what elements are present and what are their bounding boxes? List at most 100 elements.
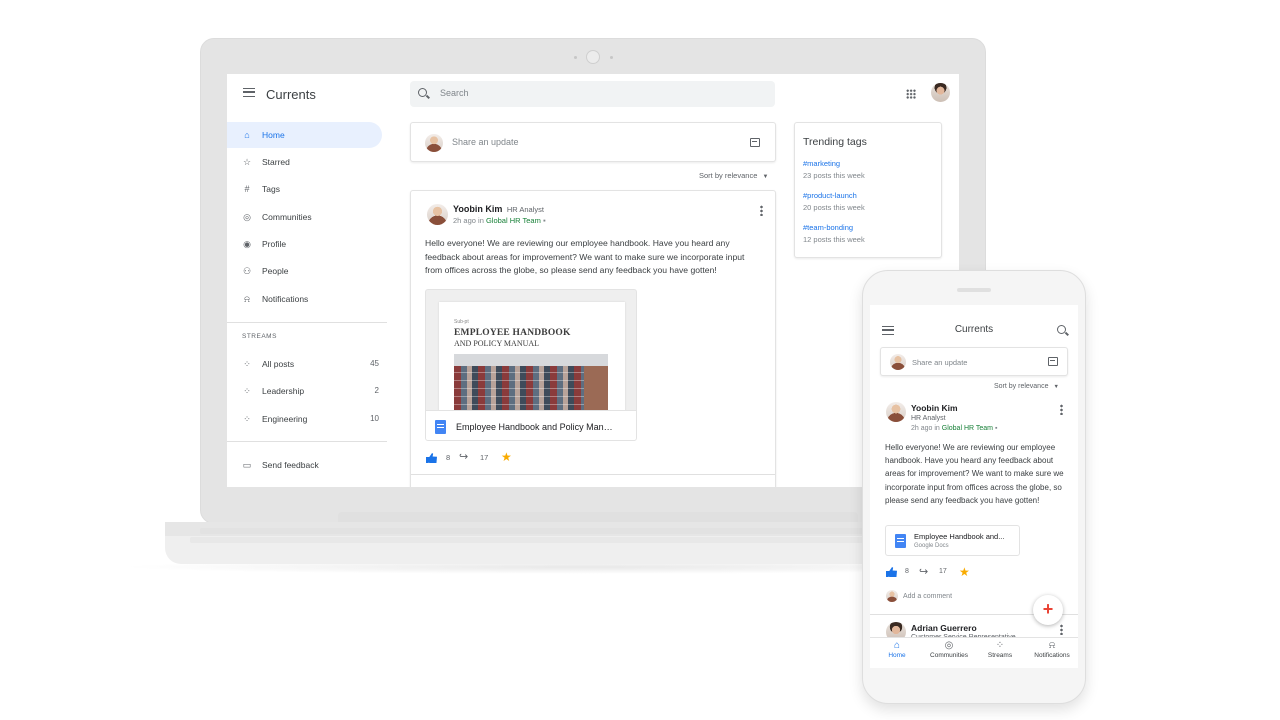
bottom-nav-label: Streams <box>987 652 1013 659</box>
commenter-avatar <box>886 590 898 602</box>
sort-label: Sort by relevance <box>994 383 1049 390</box>
desktop-topbar: Currents Search <box>227 74 959 114</box>
sidebar-item-label: Leadership <box>262 386 305 396</box>
search-icon <box>418 88 427 97</box>
create-post-button[interactable]: + <box>1033 595 1063 625</box>
send-feedback-link[interactable]: ▭ Send feedback <box>227 452 382 478</box>
mobile-bottom-nav: ⌂ Home ◎ Communities ⁘ Streams ⍾ Notific… <box>870 637 1078 668</box>
sort-dropdown[interactable]: Sort by relevance ▼ <box>699 171 768 180</box>
account-avatar[interactable] <box>931 83 950 102</box>
menu-icon[interactable] <box>243 88 255 97</box>
sidebar-item-label: Tags <box>262 184 280 194</box>
share-icon[interactable]: ↪ <box>459 452 468 463</box>
google-docs-icon <box>895 534 906 548</box>
sidebar-item-leadership[interactable]: ⁘ Leadership 2 <box>227 378 387 404</box>
document-subheading: AND POLICY MANUAL <box>454 339 540 348</box>
trending-title: Trending tags <box>803 136 867 148</box>
camera-dot <box>610 56 613 59</box>
bell-icon: ⍾ <box>244 294 250 304</box>
stream-count: 2 <box>374 386 379 395</box>
trending-tag-meta: 20 posts this week <box>803 203 865 212</box>
star-icon[interactable]: ★ <box>501 451 512 463</box>
trending-tag-meta: 12 posts this week <box>803 235 865 244</box>
bottom-nav-label: Communities <box>930 652 968 659</box>
attachment-card[interactable]: Sub-pt EMPLOYEE HANDBOOK AND POLICY MANU… <box>425 289 637 441</box>
attachment-source: Google Docs <box>914 543 949 549</box>
photo-sky <box>454 354 608 366</box>
sidebar-item-home[interactable]: ⌂ Home <box>227 122 382 148</box>
share-update-input[interactable]: Share an update <box>452 137 519 147</box>
author-name[interactable]: Yoobin Kim <box>453 204 502 214</box>
post-group-link[interactable]: Global HR Team <box>942 425 993 432</box>
image-icon[interactable] <box>1048 357 1058 366</box>
document-heading: EMPLOYEE HANDBOOK <box>454 328 571 338</box>
sidebar-item-label: Notifications <box>262 294 309 304</box>
apps-grid-icon[interactable] <box>906 89 916 99</box>
author-name[interactable]: Yoobin Kim <box>911 403 958 413</box>
search-icon[interactable] <box>1057 325 1066 334</box>
stream-count: 10 <box>370 414 379 423</box>
sidebar-item-label: Profile <box>262 239 287 249</box>
divider <box>411 474 775 475</box>
attachment-title: Employee Handbook and... <box>914 532 1005 541</box>
more-options-icon[interactable] <box>1060 624 1063 635</box>
author-avatar[interactable] <box>427 204 448 225</box>
building-photo <box>454 354 608 412</box>
share-update-box[interactable]: Share an update <box>410 122 776 162</box>
sidebar-item-profile[interactable]: ◉ Profile <box>227 231 382 257</box>
trending-tag-meta: 23 posts this week <box>803 171 865 180</box>
bottom-nav-home[interactable]: ⌂ Home <box>878 640 916 659</box>
attachment-footer: Employee Handbook and Policy Man… <box>426 410 636 440</box>
next-post-author[interactable]: Adrian Guerrero <box>911 623 977 633</box>
bottom-nav-streams[interactable]: ⁘ Streams <box>980 640 1020 659</box>
chevron-down-icon: ▼ <box>1053 384 1059 390</box>
search-input[interactable]: Search <box>440 88 469 98</box>
communities-icon: ◎ <box>243 212 251 222</box>
more-options-icon[interactable] <box>1060 404 1063 415</box>
share-count: 17 <box>939 568 947 575</box>
hashtag-icon: # <box>244 184 250 194</box>
bottom-nav-notifications[interactable]: ⍾ Notifications <box>1028 640 1076 659</box>
mobile-share-update-box[interactable]: Share an update <box>880 347 1068 376</box>
post-meta: 2h ago in Global HR Team ▪ <box>911 425 997 432</box>
document-kicker: Sub-pt <box>454 319 469 325</box>
add-comment-input[interactable]: Add a comment <box>903 593 952 600</box>
sidebar-item-starred[interactable]: ☆ Starred <box>227 149 382 175</box>
star-icon[interactable]: ★ <box>959 566 970 578</box>
more-options-icon[interactable] <box>760 205 763 216</box>
sidebar-item-tags[interactable]: # Tags <box>227 176 382 202</box>
sidebar-item-people[interactable]: ⚇ People <box>227 258 382 284</box>
trending-tag-link[interactable]: #team-bonding <box>803 223 853 232</box>
trending-tag-link[interactable]: #marketing <box>803 159 840 168</box>
attachment-card[interactable]: Employee Handbook and... Google Docs <box>885 525 1020 556</box>
stream-icon: ⁘ <box>243 386 251 396</box>
like-icon[interactable] <box>426 453 437 463</box>
share-update-input[interactable]: Share an update <box>912 358 967 367</box>
post-time: 2h ago in <box>911 425 940 432</box>
user-avatar <box>890 354 906 370</box>
share-icon[interactable]: ↪ <box>919 567 928 578</box>
like-icon[interactable] <box>886 567 897 577</box>
stream-count: 45 <box>370 359 379 368</box>
search-bar[interactable]: Search <box>410 81 775 107</box>
attachment-title[interactable]: Employee Handbook and Policy Man… <box>456 422 613 432</box>
trending-tag-link[interactable]: #product-launch <box>803 191 857 200</box>
bottom-nav-label: Home <box>888 652 906 659</box>
sidebar-item-engineering[interactable]: ⁘ Engineering 10 <box>227 406 387 432</box>
stream-icon: ⁘ <box>243 414 251 424</box>
trending-tags-card: Trending tags #marketing 23 posts this w… <box>794 122 942 258</box>
bottom-nav-label: Notifications <box>1034 652 1070 659</box>
author-avatar[interactable] <box>886 402 906 422</box>
sidebar-item-communities[interactable]: ◎ Communities <box>227 204 382 230</box>
sidebar-item-all-posts[interactable]: ⁘ All posts 45 <box>227 351 387 377</box>
keyboard-row <box>190 537 880 543</box>
divider <box>227 322 387 323</box>
image-icon[interactable] <box>750 138 760 147</box>
mobile-sort-dropdown[interactable]: Sort by relevance ▼ <box>994 383 1059 390</box>
feedback-icon: ▭ <box>242 460 252 470</box>
user-avatar <box>425 134 443 152</box>
post-group-link[interactable]: Global HR Team <box>486 216 541 225</box>
document-preview: Sub-pt EMPLOYEE HANDBOOK AND POLICY MANU… <box>439 302 625 412</box>
bottom-nav-communities[interactable]: ◎ Communities <box>924 640 974 659</box>
sidebar-item-notifications[interactable]: ⍾ Notifications <box>227 286 382 312</box>
